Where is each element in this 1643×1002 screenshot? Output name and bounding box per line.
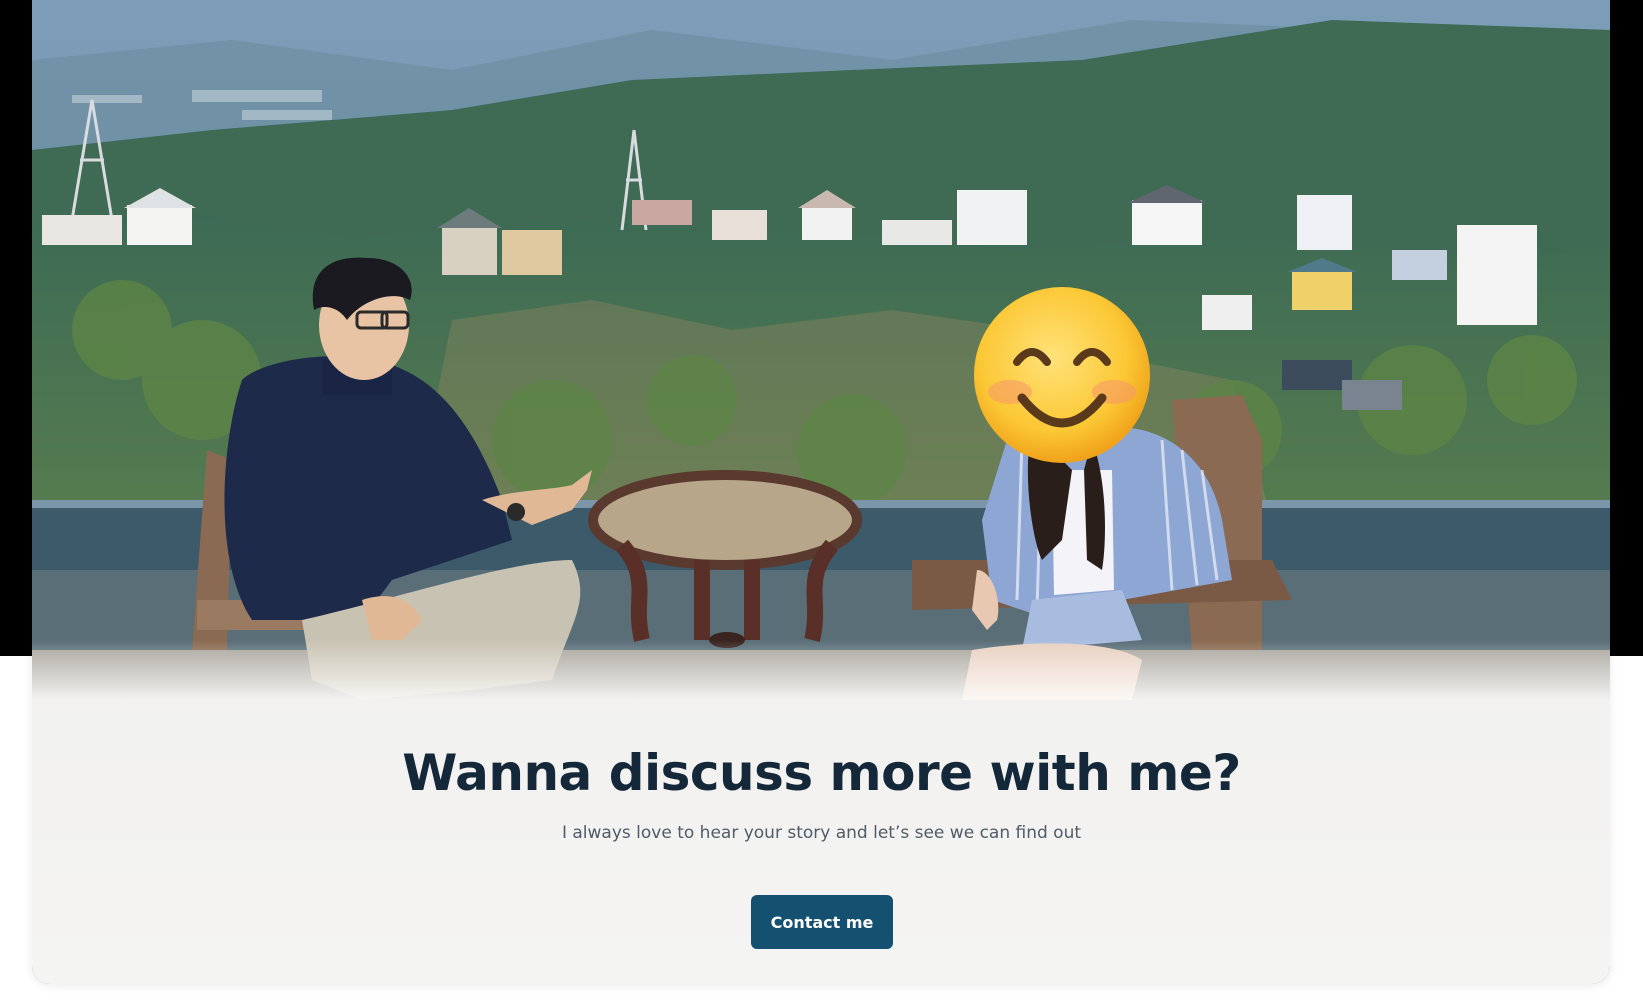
contact-cta-section: Wanna discuss more with me? I always lov…	[0, 740, 1643, 949]
cta-subtitle: I always love to hear your story and let…	[561, 823, 1082, 843]
contact-me-button[interactable]: Contact me	[751, 895, 893, 949]
cta-title: Wanna discuss more with me?	[402, 744, 1241, 802]
